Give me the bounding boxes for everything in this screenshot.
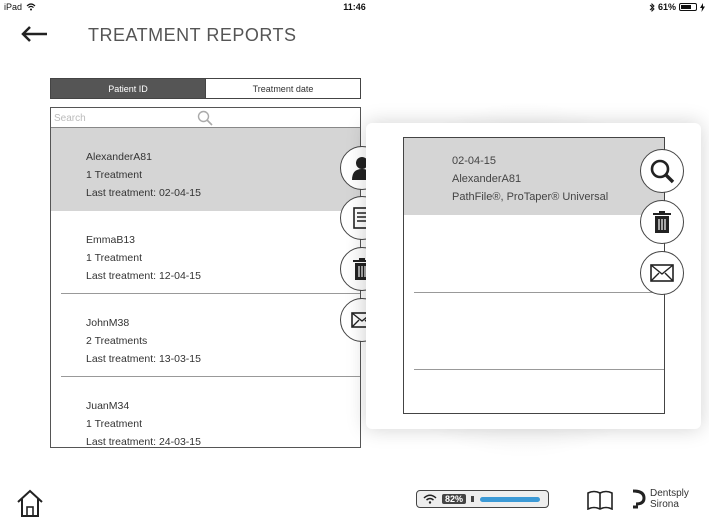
back-arrow-icon[interactable] bbox=[20, 24, 50, 44]
endo-motor-icon bbox=[480, 496, 541, 502]
wifi-icon bbox=[423, 494, 437, 504]
treatment-count: 1 Treatment bbox=[86, 169, 143, 181]
last-treatment: Last treatment: 24-03-15 bbox=[86, 436, 201, 448]
patient-list-panel: AlexanderA81 1 Treatment Last treatment:… bbox=[50, 107, 361, 448]
bluetooth-icon bbox=[649, 2, 655, 12]
clock: 11:46 bbox=[343, 2, 366, 12]
segment-treatment-date[interactable]: Treatment date bbox=[205, 79, 360, 98]
patient-row[interactable]: JuanM34 1 Treatment Last treatment: 24-0… bbox=[51, 377, 360, 448]
status-bar: iPad 11:46 61% bbox=[0, 0, 709, 14]
view-treatment-button[interactable] bbox=[640, 149, 684, 193]
segment-patient-id[interactable]: Patient ID bbox=[51, 79, 205, 98]
last-treatment: Last treatment: 12-04-15 bbox=[86, 270, 201, 282]
envelope-icon bbox=[650, 264, 674, 282]
battery-percent: 61% bbox=[657, 2, 676, 12]
battery-tip-icon bbox=[471, 496, 475, 502]
patient-name: JuanM34 bbox=[86, 400, 130, 412]
treatment-count: 2 Treatments bbox=[86, 335, 148, 347]
delete-treatment-button[interactable] bbox=[640, 200, 684, 244]
patient-row[interactable]: EmmaB13 1 Treatment Last treatment: 12-0… bbox=[51, 211, 360, 294]
patient-row[interactable]: JohnM38 2 Treatments Last treatment: 13-… bbox=[51, 294, 360, 377]
search-input[interactable] bbox=[51, 109, 191, 128]
battery-icon bbox=[679, 3, 697, 11]
treatment-count: 1 Treatment bbox=[86, 418, 143, 430]
dentsply-sirona-logo-icon bbox=[632, 489, 646, 509]
email-treatment-button[interactable] bbox=[640, 251, 684, 295]
treatment-files: PathFile®, ProTaper® Universal bbox=[452, 191, 609, 203]
last-treatment: Last treatment: 13-03-15 bbox=[86, 353, 201, 365]
treatment-patient: AlexanderA81 bbox=[452, 173, 522, 185]
row-divider bbox=[414, 292, 664, 293]
magnifier-icon bbox=[650, 159, 675, 184]
charging-icon bbox=[700, 2, 705, 12]
treatment-list: 02-04-15 AlexanderA81 PathFile®, ProTape… bbox=[403, 137, 665, 414]
treatment-detail-popover: 02-04-15 AlexanderA81 PathFile®, ProTape… bbox=[366, 123, 701, 429]
sort-segment-control: Patient ID Treatment date bbox=[50, 78, 361, 99]
patient-name: JohnM38 bbox=[86, 317, 130, 329]
search-icon[interactable] bbox=[197, 110, 213, 126]
treatment-count: 1 Treatment bbox=[86, 252, 143, 264]
last-treatment: Last treatment: 02-04-15 bbox=[86, 187, 201, 199]
brand-line2: Sirona bbox=[650, 499, 679, 510]
brand-logo: Dentsply Sirona bbox=[632, 488, 689, 510]
brand-line1: Dentsply bbox=[650, 488, 689, 499]
patient-row[interactable]: AlexanderA81 1 Treatment Last treatment:… bbox=[51, 128, 360, 211]
device-battery-percent: 82% bbox=[442, 494, 467, 504]
device-status-indicator[interactable]: 82% bbox=[416, 490, 549, 508]
row-divider bbox=[414, 369, 664, 370]
patient-name: EmmaB13 bbox=[86, 234, 136, 246]
trash-icon bbox=[653, 211, 671, 233]
treatment-date: 02-04-15 bbox=[452, 155, 497, 167]
home-icon[interactable] bbox=[16, 488, 44, 518]
bottom-bar: 82% Dentsply Sirona bbox=[0, 480, 709, 531]
book-icon[interactable] bbox=[587, 490, 613, 510]
page-title: TREATMENT REPORTS bbox=[88, 25, 297, 45]
search-bar bbox=[51, 108, 360, 128]
patient-name: AlexanderA81 bbox=[86, 151, 152, 163]
treatment-row[interactable]: 02-04-15 AlexanderA81 PathFile®, ProTape… bbox=[404, 138, 664, 215]
